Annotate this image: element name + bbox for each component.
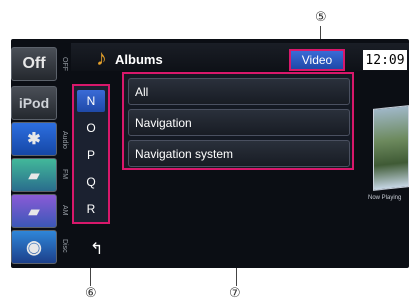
source-bluetooth-button[interactable]: ✱ xyxy=(11,122,57,156)
disc-icon: ◉ xyxy=(26,236,42,257)
alpha-item-q[interactable]: Q xyxy=(77,171,105,193)
source-am-button[interactable]: ▰ xyxy=(11,194,57,228)
radio-icon: ▰ xyxy=(28,202,40,219)
vlabel-disc: Disc xyxy=(61,239,68,253)
radio-icon: ▰ xyxy=(28,166,40,183)
album-art[interactable] xyxy=(373,105,409,191)
list-item-all[interactable]: All xyxy=(128,78,350,105)
alpha-item-p[interactable]: P xyxy=(77,144,105,166)
source-ipod-button[interactable]: iPod xyxy=(11,86,57,120)
vlabel-off: OFF xyxy=(61,57,68,71)
bluetooth-icon: ✱ xyxy=(27,131,41,148)
album-list: All Navigation Navigation system xyxy=(122,72,354,170)
back-icon[interactable]: ↰ xyxy=(90,239,103,259)
page-title: Albums xyxy=(115,52,163,67)
source-disc-button[interactable]: ◉ xyxy=(11,230,57,264)
off-label: Off xyxy=(22,55,46,72)
alphabet-search: N O P Q R xyxy=(72,84,110,224)
callout-6: ⑥ xyxy=(85,286,97,301)
list-item-navigation[interactable]: Navigation xyxy=(128,109,350,136)
alpha-item-r[interactable]: R xyxy=(77,198,105,220)
vlabel-audio: Audio xyxy=(61,131,68,149)
alpha-item-o[interactable]: O xyxy=(77,117,105,139)
vlabel-fm: FM xyxy=(61,168,68,180)
list-item-navigation-system[interactable]: Navigation system xyxy=(128,140,350,167)
clock: 12:09 xyxy=(363,50,407,70)
callout-5: ⑤ xyxy=(315,10,327,25)
alpha-item-n[interactable]: N xyxy=(77,90,105,112)
music-note-icon: ♪ xyxy=(96,45,107,70)
device-screen: Off iPod ✱ ▰ ▰ ◉ OFF Audio FM AM Disc ♪ … xyxy=(11,39,409,268)
ipod-label: iPod xyxy=(18,95,50,111)
source-fm-button[interactable]: ▰ xyxy=(11,158,57,192)
vlabel-am: AM xyxy=(61,204,68,216)
callout-7: ⑦ xyxy=(229,286,241,301)
now-playing-label: Now Playing xyxy=(368,195,402,201)
video-button[interactable]: Video xyxy=(289,49,345,71)
source-off-button[interactable]: Off xyxy=(11,47,57,81)
